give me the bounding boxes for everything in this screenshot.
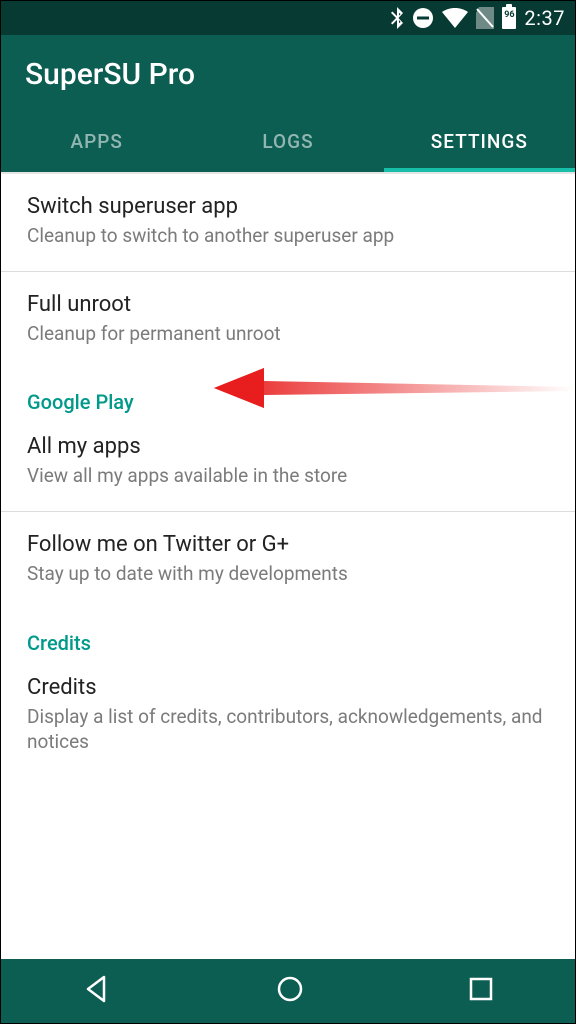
nav-back-button[interactable]: [82, 974, 112, 1008]
wifi-icon: [442, 8, 468, 28]
navigation-bar: [1, 959, 575, 1023]
setting-title: Credits: [27, 675, 549, 700]
tab-logs[interactable]: LOGS: [192, 110, 383, 172]
battery-level: 96: [502, 10, 516, 20]
setting-credits[interactable]: Credits Display a list of credits, contr…: [1, 665, 575, 777]
tab-active-indicator: [384, 168, 575, 172]
battery-icon: 96: [502, 7, 516, 29]
bluetooth-icon: [390, 7, 404, 29]
status-time: 2:37: [524, 6, 565, 30]
nav-recent-button[interactable]: [468, 976, 494, 1006]
tab-apps[interactable]: APPS: [1, 110, 192, 172]
setting-switch-superuser[interactable]: Switch superuser app Cleanup to switch t…: [1, 174, 575, 271]
nav-home-button[interactable]: [275, 974, 305, 1008]
setting-follow-me[interactable]: Follow me on Twitter or G+ Stay up to da…: [1, 512, 575, 609]
tab-settings-label: SETTINGS: [431, 130, 528, 153]
setting-full-unroot[interactable]: Full unroot Cleanup for permanent unroot: [1, 272, 575, 369]
no-sim-icon: [476, 7, 494, 29]
setting-subtitle: Cleanup for permanent unroot: [27, 321, 549, 347]
setting-subtitle: Display a list of credits, contributors,…: [27, 704, 549, 755]
setting-title: Switch superuser app: [27, 194, 549, 219]
tab-bar: APPS LOGS SETTINGS: [1, 110, 575, 172]
setting-subtitle: Stay up to date with my developments: [27, 561, 549, 587]
setting-all-my-apps[interactable]: All my apps View all my apps available i…: [1, 424, 575, 511]
app-title: SuperSU Pro: [25, 57, 551, 92]
section-header-credits: Credits: [1, 609, 575, 665]
setting-title: All my apps: [27, 434, 549, 459]
tab-logs-label: LOGS: [262, 130, 313, 153]
app-bar: SuperSU Pro: [1, 35, 575, 110]
setting-title: Full unroot: [27, 292, 549, 317]
setting-title: Follow me on Twitter or G+: [27, 532, 549, 557]
do-not-disturb-icon: [412, 7, 434, 29]
setting-subtitle: Cleanup to switch to another superuser a…: [27, 223, 549, 249]
tab-settings[interactable]: SETTINGS: [384, 110, 575, 172]
status-bar: 96 2:37: [1, 1, 575, 35]
setting-subtitle: View all my apps available in the store: [27, 463, 549, 489]
settings-list: Switch superuser app Cleanup to switch t…: [1, 174, 575, 959]
section-header-google-play: Google Play: [1, 368, 575, 424]
tab-apps-label: APPS: [70, 130, 122, 153]
